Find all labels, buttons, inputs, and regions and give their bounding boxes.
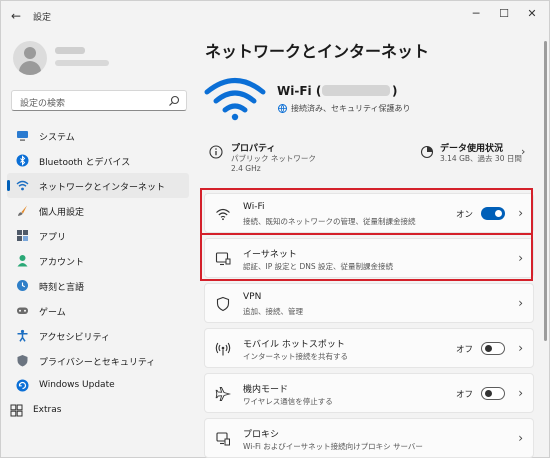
sidebar-item-accessibility[interactable]: アクセシビリティ — [7, 323, 189, 348]
close-button[interactable]: ✕ — [521, 5, 543, 23]
sidebar-item-label: Windows Update — [39, 380, 115, 390]
search-placeholder: 設定の検索 — [20, 99, 66, 109]
data-usage-title: データ使用状況 — [440, 144, 504, 154]
data-usage-detail: 3.14 GB、過去 30 日間 — [440, 154, 522, 163]
back-button[interactable]: ← — [7, 7, 25, 25]
avatar[interactable] — [13, 41, 47, 75]
card-description: Wi-Fi およびイーサネット接続向けプロキシ サーバー — [243, 442, 423, 451]
toggle-knob — [485, 345, 492, 352]
search-icon — [169, 95, 180, 106]
avatar-body — [19, 61, 41, 75]
highlight-wifi — [200, 188, 533, 235]
network-icon — [16, 180, 29, 191]
toggle-state-label: オフ — [455, 390, 473, 400]
airplane-icon — [215, 387, 231, 401]
sidebar-item-extras[interactable]: Extras — [1, 398, 189, 423]
page-title: ネットワークとインターネット — [205, 42, 430, 61]
connection-status: 接続済み、セキュリティ保護あり — [291, 104, 411, 113]
update-icon — [16, 379, 29, 392]
user-name-redacted — [55, 47, 85, 54]
sidebar-item-windows-update[interactable]: Windows Update — [7, 373, 189, 398]
bluetooth-icon — [16, 154, 29, 167]
sidebar-item-apps[interactable]: アプリ — [7, 223, 189, 248]
minimize-button[interactable]: ─ — [465, 5, 487, 23]
sidebar-item-label: Bluetooth とデバイス — [39, 158, 131, 168]
sidebar-item-gaming[interactable]: ゲーム — [7, 298, 189, 323]
chevron-right-icon: › — [521, 145, 526, 158]
sidebar-item-bluetooth[interactable]: Bluetooth とデバイス — [7, 148, 189, 173]
toggle-state-label: オフ — [455, 345, 473, 355]
maximize-button[interactable]: ☐ — [493, 5, 515, 23]
info-icon — [209, 145, 223, 159]
monitor-icon — [17, 131, 28, 141]
toggle-knob — [485, 390, 492, 397]
chevron-right-icon: › — [518, 386, 523, 400]
sidebar-item-label: プライバシーとセキュリティ — [39, 358, 156, 368]
title-bar: ← 設定 ─ ☐ ✕ — [1, 1, 549, 31]
sidebar-item-label: 個人用設定 — [39, 208, 85, 218]
gamepad-icon — [17, 307, 28, 314]
shield-icon — [17, 355, 28, 367]
hotspot-toggle[interactable] — [481, 342, 505, 355]
wifi-hero-icon — [204, 78, 266, 121]
avatar-head — [24, 47, 36, 59]
sidebar-item-label: ゲーム — [39, 308, 66, 318]
properties-title: プロパティ — [231, 144, 276, 154]
pie-chart-icon — [420, 145, 434, 159]
scrollbar[interactable] — [544, 41, 547, 341]
card-description: インターネット接続を共有する — [243, 352, 348, 361]
card-description: ワイヤレス通信を停止する — [243, 397, 333, 406]
globe-icon — [278, 104, 287, 113]
card-title: モバイル ホットスポット — [243, 340, 345, 350]
sidebar-item-personalization[interactable]: 個人用設定 — [7, 198, 189, 223]
chevron-right-icon: › — [518, 431, 523, 445]
app-title: 設定 — [33, 13, 52, 23]
hero-network-name: Wi-Fi ( — [277, 84, 322, 98]
hotspot-settings-card[interactable]: モバイル ホットスポット インターネット接続を共有する オフ › — [204, 328, 534, 368]
proxy-icon — [216, 432, 230, 446]
sidebar-item-system[interactable]: システム — [7, 123, 189, 148]
hero-network-paren: ) — [392, 84, 398, 98]
sidebar-item-label: アカウント — [39, 258, 85, 268]
sidebar-item-network[interactable]: ネットワークとインターネット — [7, 173, 189, 198]
sidebar-item-label: ネットワークとインターネット — [39, 183, 166, 193]
sidebar-item-time-language[interactable]: 時刻と言語 — [7, 273, 189, 298]
card-title: 機内モード — [243, 385, 289, 395]
sidebar-item-label: アプリ — [39, 233, 67, 243]
extras-icon — [10, 404, 23, 417]
apps-icon — [17, 230, 28, 241]
airplane-mode-card[interactable]: 機内モード ワイヤレス通信を停止する オフ › — [204, 373, 534, 413]
brush-icon — [18, 205, 27, 216]
card-description: 追加、接続、管理 — [243, 307, 303, 316]
chevron-right-icon: › — [518, 296, 523, 310]
sidebar-item-label: 時刻と言語 — [39, 283, 85, 293]
sidebar-item-label: システム — [39, 133, 75, 143]
sidebar-item-label: アクセシビリティ — [39, 333, 111, 343]
sidebar-item-privacy[interactable]: プライバシーとセキュリティ — [7, 348, 189, 373]
airplane-mode-toggle[interactable] — [481, 387, 505, 400]
chevron-right-icon: › — [518, 341, 523, 355]
network-ssid-redacted — [322, 85, 390, 96]
card-title: VPN — [243, 292, 262, 302]
proxy-settings-card[interactable]: プロキシ Wi-Fi およびイーサネット接続向けプロキシ サーバー › — [204, 418, 534, 458]
search-input[interactable]: 設定の検索 — [11, 90, 187, 111]
sidebar-item-label: Extras — [33, 405, 62, 415]
vpn-settings-card[interactable]: VPN 追加、接続、管理 › — [204, 283, 534, 323]
sidebar-nav: システム Bluetooth とデバイス ネットワークとインターネット 個人用設… — [7, 123, 189, 398]
highlight-ethernet — [200, 233, 533, 281]
accessibility-icon — [17, 329, 28, 342]
globe-clock-icon — [17, 280, 28, 291]
hotspot-icon — [215, 342, 231, 356]
settings-window: ← 設定 ─ ☐ ✕ 設定の検索 システム Bluetooth とデバイス ネッ… — [0, 0, 550, 458]
sidebar-item-accounts[interactable]: アカウント — [7, 248, 189, 273]
account-icon — [17, 255, 28, 267]
network-band: 2.4 GHz — [231, 164, 261, 173]
user-email-redacted — [55, 60, 109, 66]
vpn-shield-icon — [216, 296, 230, 312]
network-profile: パブリック ネットワーク — [231, 154, 316, 163]
card-title: プロキシ — [243, 430, 280, 440]
